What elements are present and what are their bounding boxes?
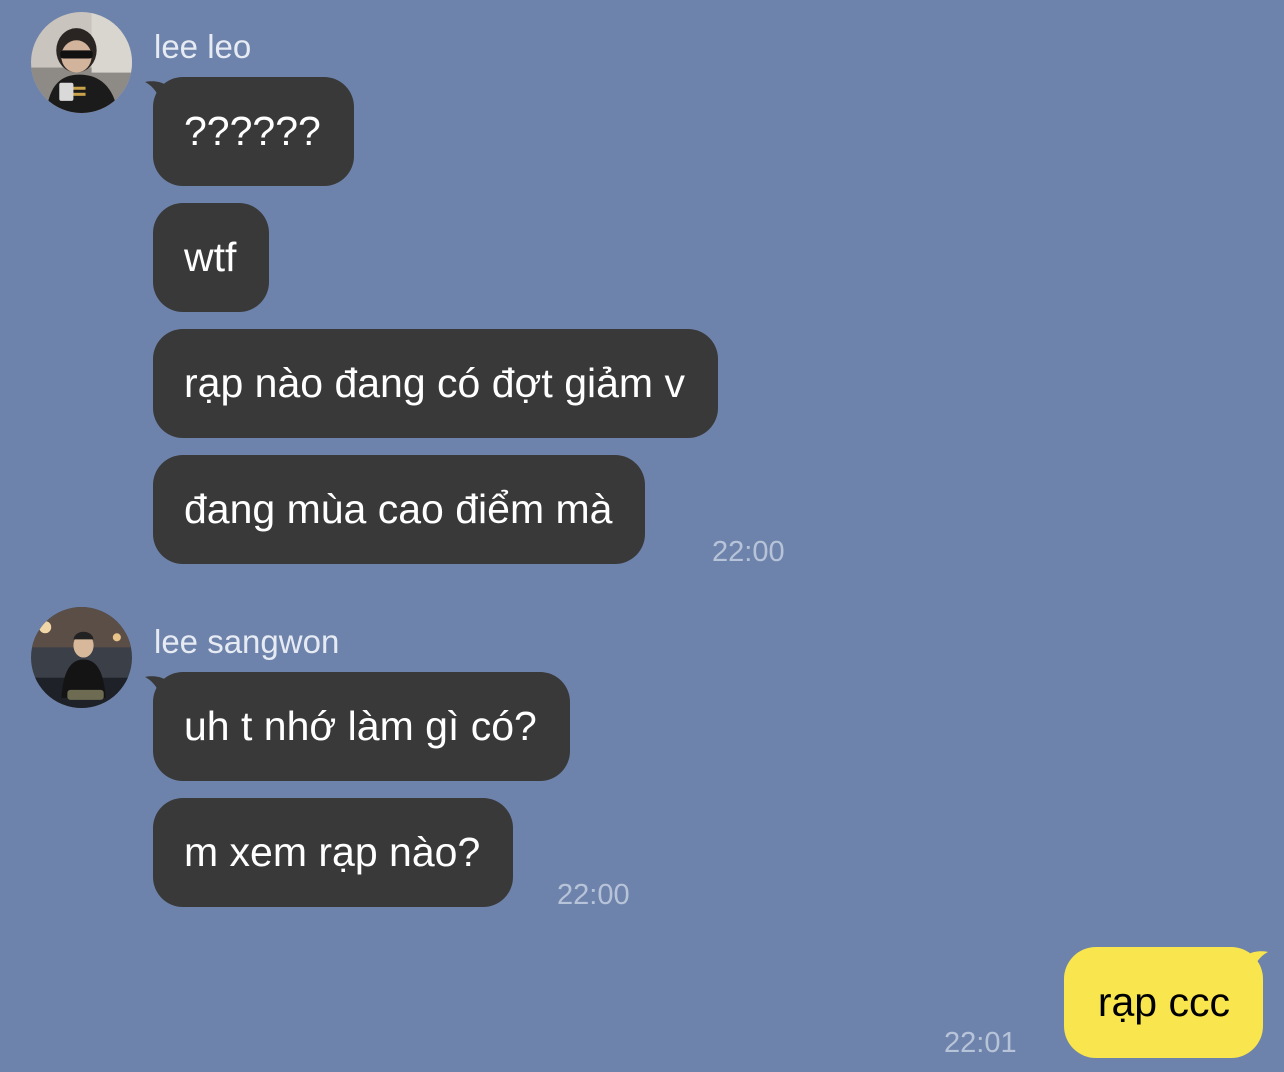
message-bubble[interactable]: m xem rạp nào?	[153, 798, 514, 907]
profile-photo-icon	[31, 607, 132, 708]
message-timestamp: 22:00	[712, 536, 785, 568]
message-text: m xem rạp nào?	[184, 829, 481, 875]
avatar-lee-leo[interactable]	[31, 12, 132, 113]
message-text: đang mùa cao điểm mà	[184, 486, 613, 532]
message-text: wtf	[184, 234, 237, 280]
bubble-tail	[1240, 951, 1268, 978]
message-timestamp: 22:01	[944, 1027, 1017, 1059]
message-bubble[interactable]: rạp nào đang có đợt giảm v	[153, 329, 718, 438]
message-text: rạp ccc	[1097, 979, 1230, 1025]
sender-name: lee leo	[154, 28, 252, 65]
profile-photo-icon	[31, 12, 132, 113]
sender-name: lee sangwon	[154, 623, 340, 660]
message-bubble[interactable]: wtf	[153, 203, 270, 312]
avatar-lee-sangwon[interactable]	[31, 607, 132, 708]
message-text: rạp nào đang có đợt giảm v	[184, 360, 685, 406]
outgoing-message-bubble[interactable]: rạp ccc	[1063, 947, 1263, 1058]
message-bubble[interactable]: uh t nhớ làm gì có?	[153, 672, 570, 781]
message-timestamp: 22:00	[557, 879, 630, 911]
message-text: ??????	[184, 108, 321, 154]
message-bubble[interactable]: ??????	[153, 77, 354, 186]
message-text: uh t nhớ làm gì có?	[184, 703, 537, 749]
message-bubble[interactable]: đang mùa cao điểm mà	[153, 455, 646, 564]
